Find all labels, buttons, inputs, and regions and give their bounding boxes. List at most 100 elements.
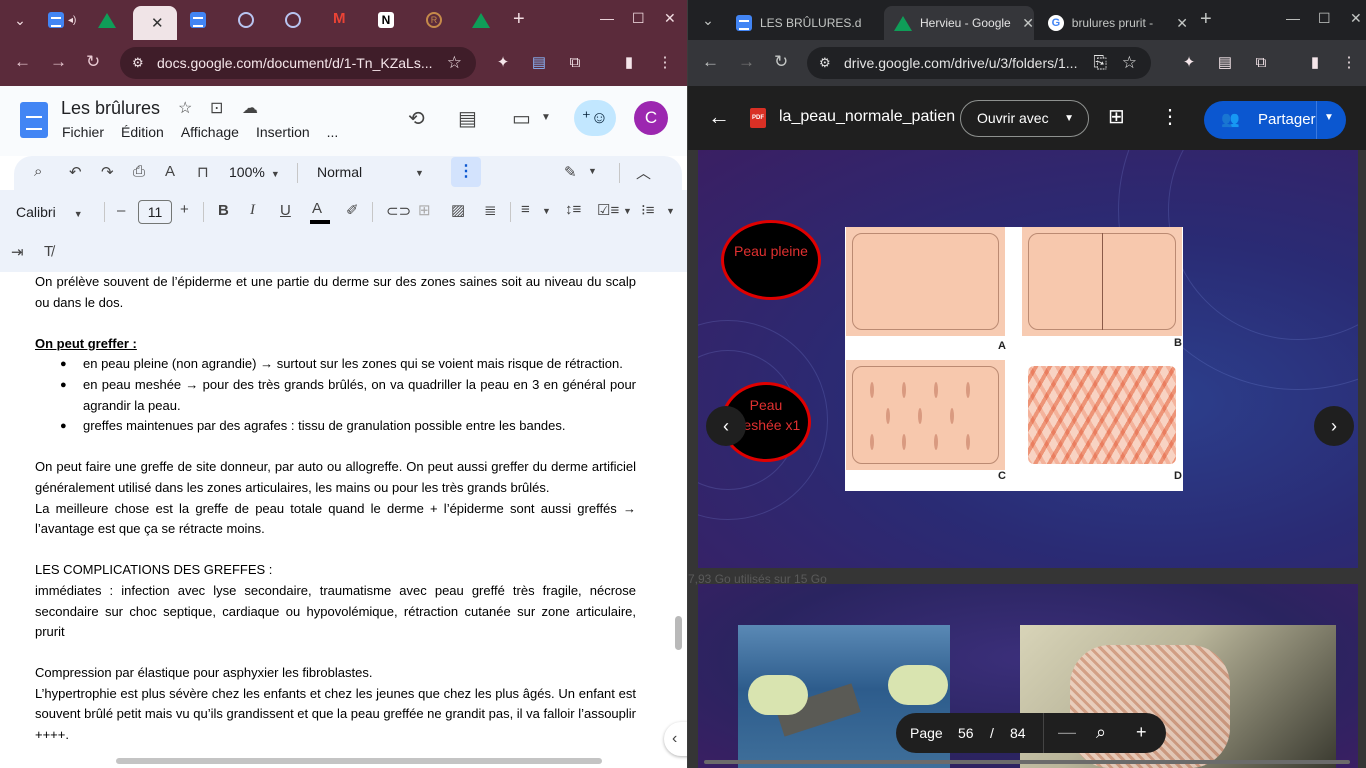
tab-docs-2[interactable] xyxy=(184,6,206,34)
italic-icon[interactable]: I xyxy=(250,202,255,219)
menu-edit[interactable]: Édition xyxy=(121,124,164,140)
checklist-icon[interactable]: ☑≡ xyxy=(597,201,619,219)
zoom-select[interactable]: 100% ▼ xyxy=(229,164,280,180)
meet-icon[interactable]: ▭ xyxy=(512,106,531,131)
bulleted-list-icon[interactable]: ⁝≡ xyxy=(641,201,655,219)
tab-docs-les-brulures[interactable]: LES BRÛLURES.d xyxy=(726,6,878,40)
new-tab-button[interactable]: + xyxy=(1200,8,1212,31)
extensions-puzzle-icon[interactable]: ⧉ xyxy=(1252,54,1270,72)
extension-icon[interactable]: ✦ xyxy=(1180,54,1198,72)
print-icon[interactable]: ⎙ xyxy=(133,163,145,180)
add-comment-icon[interactable]: ⊞ xyxy=(418,201,431,219)
reload-icon[interactable]: ↻ xyxy=(86,52,100,72)
align-justify-icon[interactable]: ≡ xyxy=(521,201,530,218)
zoom-in-icon[interactable]: + xyxy=(1136,722,1147,743)
vertical-scrollbar-thumb[interactable] xyxy=(675,616,682,650)
tab-drive-hervieu[interactable]: Hervieu - Google ✕ xyxy=(884,6,1034,40)
close-window-button[interactable]: ✕ xyxy=(664,10,676,27)
undo-icon[interactable]: ↶ xyxy=(69,163,82,181)
previous-page-button[interactable]: ‹ xyxy=(706,406,746,446)
tab-drive-1[interactable] xyxy=(92,6,116,34)
close-icon[interactable]: ✕ xyxy=(1176,15,1188,32)
comments-icon[interactable]: ▤ xyxy=(458,106,477,131)
close-icon[interactable]: ✕ xyxy=(1022,15,1034,32)
minimize-button[interactable]: — xyxy=(600,10,614,26)
increase-font-size-button[interactable]: + xyxy=(180,201,189,218)
document-canvas[interactable]: On prélève souvent de l’épiderme et une … xyxy=(0,272,687,768)
underline-icon[interactable]: U xyxy=(280,202,291,219)
browser-menu-icon[interactable]: ⋮ xyxy=(656,54,674,72)
indent-icon[interactable]: ⇥ xyxy=(11,243,24,261)
more-tools-button[interactable]: ⋮ xyxy=(451,157,481,187)
line-spacing-icon[interactable]: ↕≡ xyxy=(565,201,581,218)
tab-drive-2[interactable] xyxy=(466,6,490,34)
decrease-font-size-button[interactable]: – xyxy=(117,202,125,219)
highlight-icon[interactable]: ✐ xyxy=(346,201,359,219)
back-icon[interactable]: ← xyxy=(702,52,719,72)
omnibox[interactable]: ⚙ drive.google.com/drive/u/3/folders/1..… xyxy=(807,47,1151,79)
text-color-icon[interactable]: A xyxy=(310,200,330,224)
back-icon[interactable]: ← xyxy=(14,52,31,72)
side-panel-icon[interactable]: ▮ xyxy=(1306,54,1324,72)
site-info-icon[interactable]: ⚙ xyxy=(132,55,144,71)
menu-insert[interactable]: Insertion xyxy=(256,124,310,140)
horizontal-scrollbar[interactable] xyxy=(704,760,1350,764)
tab-gmail[interactable] xyxy=(326,6,348,34)
cloud-saved-icon[interactable]: ☁ xyxy=(242,98,258,118)
document-page[interactable]: On prélève souvent de l’épiderme et une … xyxy=(35,272,636,746)
tab-google-search[interactable]: G brulures prurit - ✕ xyxy=(1038,6,1188,40)
bookmark-star-icon[interactable]: ☆ xyxy=(1122,53,1137,73)
more-options-icon[interactable]: ⋮ xyxy=(1160,104,1180,129)
meet-dropdown-icon[interactable]: ▼ xyxy=(541,112,551,123)
tab-active-blank[interactable]: ✕ xyxy=(133,6,177,40)
tab-search-button[interactable]: ⌄ xyxy=(8,8,32,32)
paint-format-icon[interactable]: ⊓ xyxy=(197,163,209,181)
document-title[interactable]: Les brûlures xyxy=(61,98,160,119)
back-arrow-icon[interactable]: ← xyxy=(708,104,730,130)
add-comment-icon[interactable]: ⊞ xyxy=(1108,104,1125,129)
menu-file[interactable]: Fichier xyxy=(62,124,104,140)
redo-icon[interactable]: ↷ xyxy=(101,163,114,181)
share-add-person-button[interactable]: ⁺☺ xyxy=(574,100,616,136)
zoom-out-icon[interactable]: — xyxy=(1058,722,1076,743)
editing-mode-pencil-icon[interactable]: ✎ xyxy=(564,163,577,181)
dropdown-caret-icon[interactable]: ▼ xyxy=(588,166,597,176)
omnibox[interactable]: ⚙ docs.google.com/document/d/1-Tn_KZaLs.… xyxy=(120,47,476,79)
next-page-button[interactable]: › xyxy=(1314,406,1354,446)
close-icon[interactable]: ✕ xyxy=(151,14,164,32)
maximize-button[interactable]: ☐ xyxy=(632,10,645,27)
insert-link-icon[interactable]: ⊂⊃ xyxy=(386,202,411,220)
dropdown-caret-icon[interactable]: ▼ xyxy=(666,206,675,216)
tab-notion[interactable]: N xyxy=(372,6,394,34)
insert-image-icon[interactable]: ▨ xyxy=(451,201,465,219)
tab-docs-1[interactable]: ◂) xyxy=(42,6,76,34)
google-docs-logo-icon[interactable] xyxy=(20,102,48,138)
site-info-icon[interactable]: ⚙ xyxy=(819,55,831,71)
spellcheck-icon[interactable]: A xyxy=(165,163,175,180)
maximize-button[interactable]: ☐ xyxy=(1318,10,1331,27)
style-select[interactable]: Normal ▼ xyxy=(317,164,424,180)
move-folder-icon[interactable]: ⊡ xyxy=(210,98,223,118)
search-menu-icon[interactable]: ⌕ xyxy=(34,163,42,180)
dropdown-caret-icon[interactable]: ▼ xyxy=(1324,112,1334,123)
reload-icon[interactable]: ↻ xyxy=(774,52,788,72)
forward-icon[interactable]: → xyxy=(50,52,67,72)
tab-circle-1[interactable] xyxy=(232,6,254,34)
zoom-search-icon[interactable]: ⌕ xyxy=(1096,722,1106,743)
current-page-input[interactable]: 56 xyxy=(958,725,974,741)
collapse-toolbar-icon[interactable]: ︿ xyxy=(636,162,651,183)
extension-icon[interactable]: ✦ xyxy=(494,54,512,72)
tab-r[interactable]: R xyxy=(420,6,442,34)
bookmark-star-icon[interactable]: ☆ xyxy=(447,53,462,73)
bold-icon[interactable]: B xyxy=(218,202,229,219)
menu-view[interactable]: Affichage xyxy=(181,124,239,140)
extensions-puzzle-icon[interactable]: ⧉ xyxy=(566,54,584,72)
docs-extension-icon[interactable]: ▤ xyxy=(1216,54,1234,72)
font-select[interactable]: Calibri ▼ xyxy=(16,204,83,220)
forward-icon[interactable]: → xyxy=(738,52,755,72)
side-panel-icon[interactable]: ▮ xyxy=(620,54,638,72)
clear-formatting-icon[interactable]: T̸ xyxy=(44,243,53,260)
close-window-button[interactable]: ✕ xyxy=(1350,10,1362,27)
install-app-icon[interactable]: ⎘ xyxy=(1093,53,1107,73)
dropdown-caret-icon[interactable]: ▼ xyxy=(542,206,551,216)
